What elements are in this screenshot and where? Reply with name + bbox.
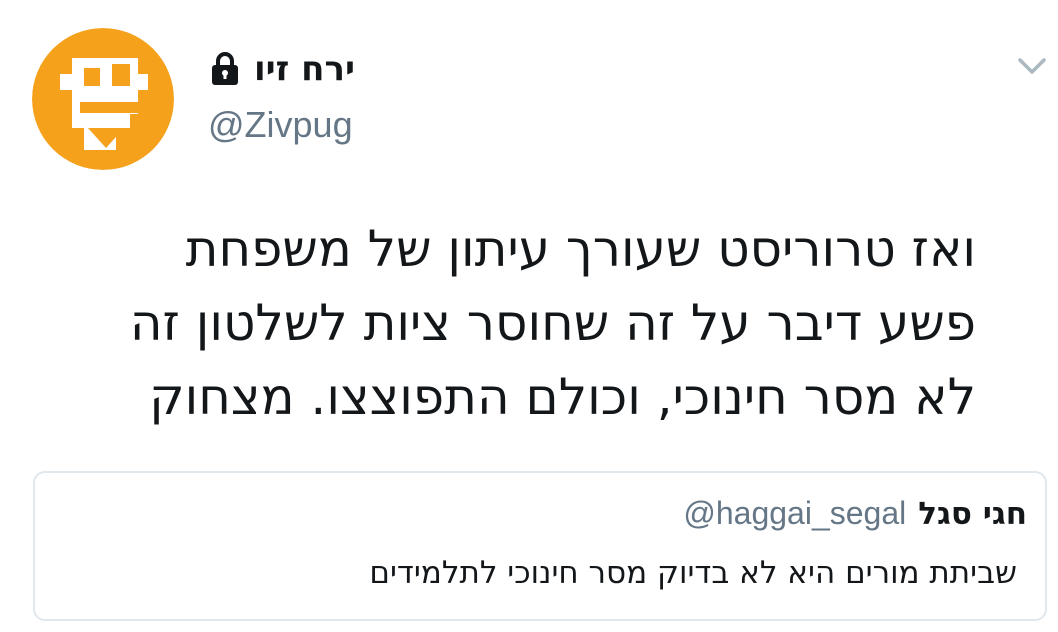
author-avatar[interactable] bbox=[32, 28, 174, 170]
quoted-tweet[interactable]: חגי סגל @haggai_segal שביתת מורים היא לא… bbox=[33, 471, 1047, 621]
quoted-tweet-header: חגי סגל @haggai_segal bbox=[683, 495, 1027, 532]
tweet-text-line: ואז טרוריסט שעורך עיתון של משפחת bbox=[185, 220, 976, 278]
lock-icon bbox=[212, 52, 238, 85]
chevron-down-icon[interactable] bbox=[1014, 52, 1050, 82]
author-header: ירח זיו @Zivpug bbox=[208, 44, 608, 146]
robot-face-avatar-icon bbox=[32, 28, 174, 170]
quoted-tweet-text: שביתת מורים היא לא בדיוק מסר חינוכי לתלמ… bbox=[369, 555, 1017, 591]
tweet-text-line: לא מסר חינוכי, וכולם התפוצצו. מצחוק bbox=[149, 368, 976, 426]
author-display-name[interactable]: ירח זיו bbox=[254, 49, 355, 89]
author-name-row: ירח זיו bbox=[208, 44, 608, 94]
author-handle[interactable]: @Zivpug bbox=[208, 104, 608, 146]
tweet-text-line: פשע דיבר על זה שחוסר ציות לשלטון זה bbox=[129, 294, 976, 352]
tweet-card: ירח זיו @Zivpug ואז טרוריסט שעורך עיתון … bbox=[0, 0, 1058, 632]
quoted-author-handle: @haggai_segal bbox=[683, 495, 907, 531]
tweet-text: ואז טרוריסט שעורך עיתון של משפחת פשע דיב… bbox=[16, 212, 976, 434]
quoted-author-name: חגי סגל bbox=[918, 495, 1027, 532]
